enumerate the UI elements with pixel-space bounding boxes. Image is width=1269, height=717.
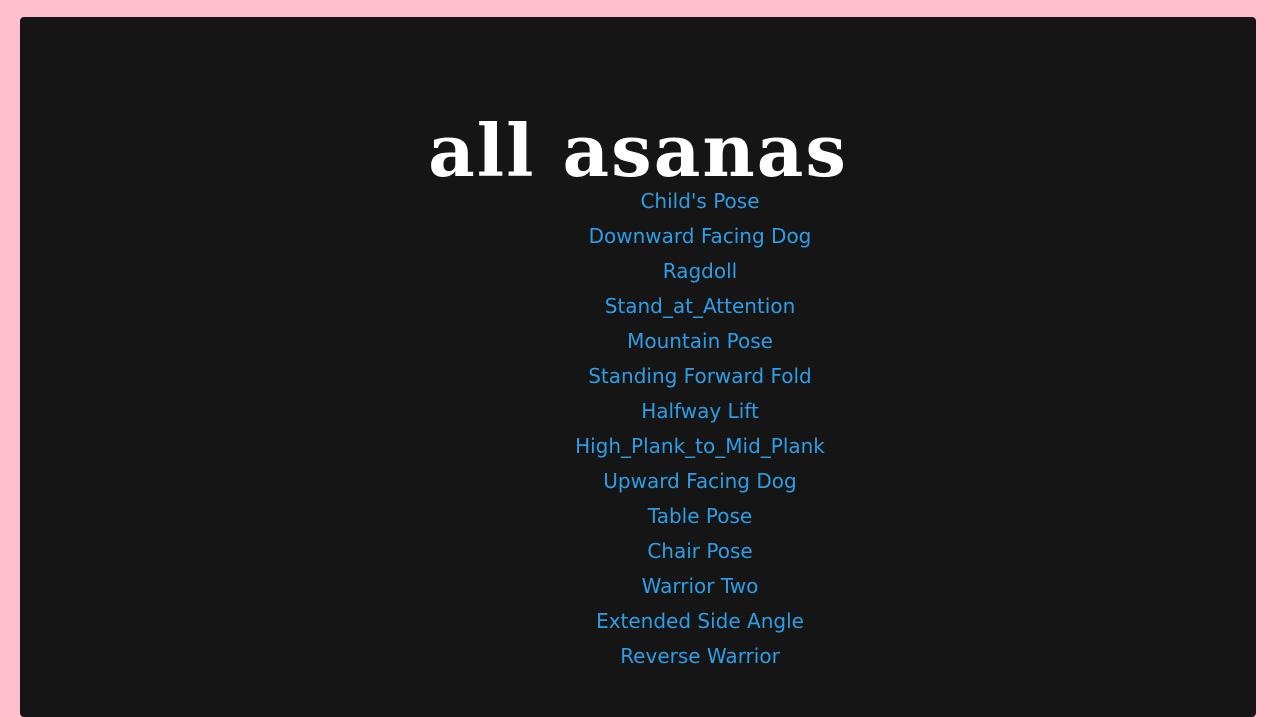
list-item: Ragdoll: [20, 256, 1256, 291]
asana-link-halfway-lift[interactable]: Halfway Lift: [641, 399, 759, 423]
asana-link-chair-pose[interactable]: Chair Pose: [647, 539, 752, 563]
asana-link-childs-pose[interactable]: Child's Pose: [640, 189, 759, 213]
asana-link-extended-side-angle[interactable]: Extended Side Angle: [596, 609, 804, 633]
asana-link-standing-forward-fold[interactable]: Standing Forward Fold: [588, 364, 812, 388]
list-item: Halfway Lift: [20, 396, 1256, 431]
list-item: High_Plank_to_Mid_Plank: [20, 431, 1256, 466]
asana-link-stand-at-attention[interactable]: Stand_at_Attention: [605, 294, 796, 318]
list-item: Child's Pose: [20, 186, 1256, 221]
asana-link-downward-facing-dog[interactable]: Downward Facing Dog: [589, 224, 812, 248]
asana-link-ragdoll[interactable]: Ragdoll: [663, 259, 737, 283]
list-item: Chair Pose: [20, 536, 1256, 571]
page-title: all asanas: [428, 108, 848, 194]
list-item: Downward Facing Dog: [20, 221, 1256, 256]
asana-link-reverse-warrior[interactable]: Reverse Warrior: [620, 644, 780, 668]
list-item: Warrior Two: [20, 571, 1256, 606]
list-item: Upward Facing Dog: [20, 466, 1256, 501]
list-item: Stand_at_Attention: [20, 291, 1256, 326]
asana-link-mountain-pose[interactable]: Mountain Pose: [627, 329, 773, 353]
list-item: Extended Side Angle: [20, 606, 1256, 641]
list-item: Table Pose: [20, 501, 1256, 536]
asana-link-table-pose[interactable]: Table Pose: [648, 504, 752, 528]
asana-link-upward-facing-dog[interactable]: Upward Facing Dog: [603, 469, 796, 493]
asana-list: Child's Pose Downward Facing Dog Ragdoll…: [20, 186, 1256, 676]
asana-link-warrior-two[interactable]: Warrior Two: [642, 574, 759, 598]
list-item: Mountain Pose: [20, 326, 1256, 361]
asana-link-high-plank-to-mid-plank[interactable]: High_Plank_to_Mid_Plank: [575, 434, 825, 458]
list-item: Reverse Warrior: [20, 641, 1256, 676]
list-item: Standing Forward Fold: [20, 361, 1256, 396]
content-card: all asanas Child's Pose Downward Facing …: [20, 17, 1256, 717]
